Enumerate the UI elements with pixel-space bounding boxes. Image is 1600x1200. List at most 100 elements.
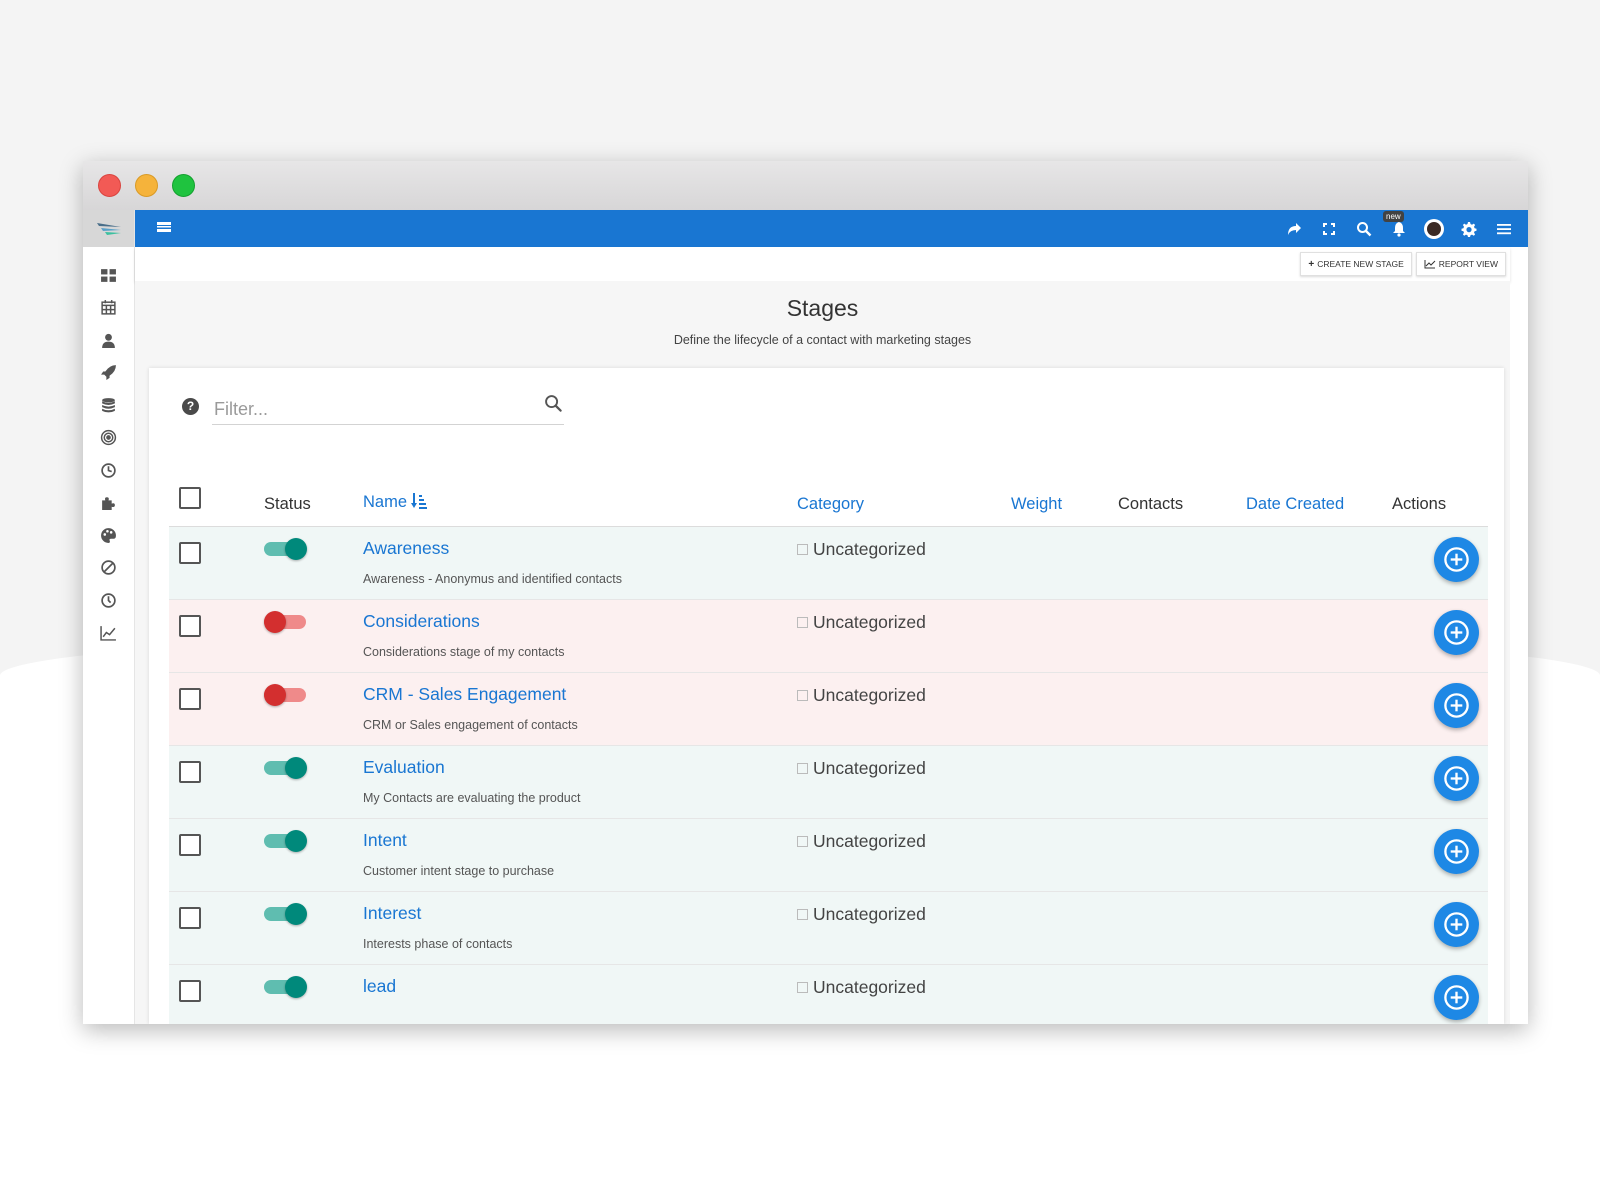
category-color-icon <box>797 543 808 555</box>
user-icon[interactable] <box>83 324 134 357</box>
row-actions-button[interactable] <box>1434 828 1479 874</box>
table-row: lead Uncategorized <box>169 964 1488 1024</box>
status-toggle[interactable] <box>264 756 307 779</box>
column-category[interactable]: Category <box>797 476 1011 527</box>
bell-icon[interactable]: new <box>1383 210 1409 239</box>
weight-cell <box>1011 599 1118 673</box>
status-toggle[interactable] <box>264 975 307 998</box>
minimize-window-button[interactable] <box>135 174 158 197</box>
category-badge[interactable]: Uncategorized <box>797 612 1011 633</box>
sidebar-toggle-icon[interactable] <box>157 220 171 238</box>
row-checkbox[interactable] <box>179 833 201 856</box>
date-created-cell <box>1246 745 1392 819</box>
column-date-created[interactable]: Date Created <box>1246 476 1392 527</box>
sort-ascending-icon <box>411 492 428 514</box>
status-toggle[interactable] <box>264 537 307 560</box>
row-actions-button[interactable] <box>1434 609 1479 655</box>
app-logo[interactable] <box>83 210 134 247</box>
palette-icon[interactable] <box>83 519 134 552</box>
contacts-cell <box>1118 818 1246 892</box>
weight-cell <box>1011 818 1118 892</box>
stage-description: Interests phase of contacts <box>363 936 513 951</box>
page-toolbar: + CREATE NEW STAGE REPORT VIEW <box>135 247 1510 281</box>
column-name[interactable]: Name <box>363 476 797 527</box>
stage-name-link[interactable]: Considerations <box>363 611 797 632</box>
help-icon[interactable]: ? <box>182 397 199 415</box>
row-actions-button[interactable] <box>1434 901 1479 947</box>
category-badge[interactable]: Uncategorized <box>797 904 1011 925</box>
row-actions-button[interactable] <box>1434 974 1479 1020</box>
category-badge[interactable]: Uncategorized <box>797 758 1011 779</box>
plus-circle-icon <box>1444 838 1469 864</box>
row-checkbox[interactable] <box>179 614 201 637</box>
row-checkbox[interactable] <box>179 760 201 783</box>
plus-circle-icon <box>1444 692 1469 718</box>
fullscreen-icon[interactable] <box>1319 219 1339 239</box>
sidebar <box>83 210 135 1024</box>
history-icon[interactable] <box>83 584 134 617</box>
row-actions-button[interactable] <box>1434 755 1479 801</box>
contacts-cell <box>1118 526 1246 600</box>
menu-icon[interactable] <box>1494 219 1514 239</box>
category-badge[interactable]: Uncategorized <box>797 539 1011 560</box>
column-weight[interactable]: Weight <box>1011 476 1118 527</box>
report-view-button[interactable]: REPORT VIEW <box>1415 252 1506 276</box>
database-icon[interactable] <box>83 389 134 422</box>
stage-name-link[interactable]: CRM - Sales Engagement <box>363 684 797 705</box>
stage-name-link[interactable]: Intent <box>363 830 797 851</box>
date-created-cell <box>1246 599 1392 673</box>
calendar-icon[interactable] <box>83 292 134 325</box>
avatar[interactable] <box>1424 218 1444 239</box>
row-checkbox[interactable] <box>179 906 201 929</box>
table-header-row: Status Name Category Weight Contacts Dat… <box>169 476 1488 527</box>
row-actions-button[interactable] <box>1434 536 1479 582</box>
create-new-stage-button[interactable]: + CREATE NEW STAGE <box>1300 252 1412 276</box>
row-actions-button[interactable] <box>1434 682 1479 728</box>
dashboard-icon[interactable] <box>83 259 134 292</box>
category-badge[interactable]: Uncategorized <box>797 685 1011 706</box>
close-window-button[interactable] <box>98 174 121 197</box>
stage-name-link[interactable]: lead <box>363 976 797 997</box>
category-label: Uncategorized <box>813 684 926 705</box>
status-toggle[interactable] <box>264 610 306 633</box>
stage-name-link[interactable]: Interest <box>363 903 797 924</box>
chart-line-icon <box>1424 260 1436 269</box>
row-checkbox[interactable] <box>179 541 201 564</box>
category-color-icon <box>797 762 808 774</box>
status-toggle[interactable] <box>264 902 307 925</box>
plus-icon: + <box>1308 258 1315 270</box>
create-new-stage-label: CREATE NEW STAGE <box>1317 259 1404 269</box>
page-title: Stages <box>786 295 859 321</box>
gear-icon[interactable] <box>1459 219 1479 239</box>
maximize-window-button[interactable] <box>172 174 195 197</box>
table-row: CRM - Sales Engagement CRM or Sales enga… <box>169 672 1488 746</box>
ban-icon[interactable] <box>83 552 134 585</box>
category-label: Uncategorized <box>813 611 926 632</box>
category-badge[interactable]: Uncategorized <box>797 831 1011 852</box>
search-icon[interactable] <box>1354 219 1374 239</box>
weight-cell <box>1011 891 1118 965</box>
stage-name-link[interactable]: Evaluation <box>363 757 797 778</box>
row-checkbox[interactable] <box>179 687 201 710</box>
row-checkbox[interactable] <box>179 979 201 1002</box>
plus-circle-icon <box>1444 546 1469 572</box>
chart-line-icon[interactable] <box>83 617 134 650</box>
status-toggle[interactable] <box>264 829 307 852</box>
rocket-icon[interactable] <box>83 357 134 390</box>
logo-icon <box>96 222 121 235</box>
clock-icon[interactable] <box>83 454 134 487</box>
status-toggle[interactable] <box>264 683 306 706</box>
share-icon[interactable] <box>1284 219 1304 239</box>
weight-cell <box>1011 672 1118 746</box>
target-icon[interactable] <box>83 422 134 455</box>
table-row: Considerations Considerations stage of m… <box>169 599 1488 673</box>
filter-input[interactable] <box>212 393 564 425</box>
select-all-checkbox[interactable] <box>179 486 201 509</box>
category-color-icon <box>797 689 808 701</box>
puzzle-icon[interactable] <box>83 487 134 520</box>
stage-name-link[interactable]: Awareness <box>363 538 797 559</box>
category-badge[interactable]: Uncategorized <box>797 977 1011 998</box>
window-titlebar <box>83 161 1528 210</box>
plus-circle-icon <box>1444 619 1469 645</box>
search-icon[interactable] <box>544 394 563 418</box>
